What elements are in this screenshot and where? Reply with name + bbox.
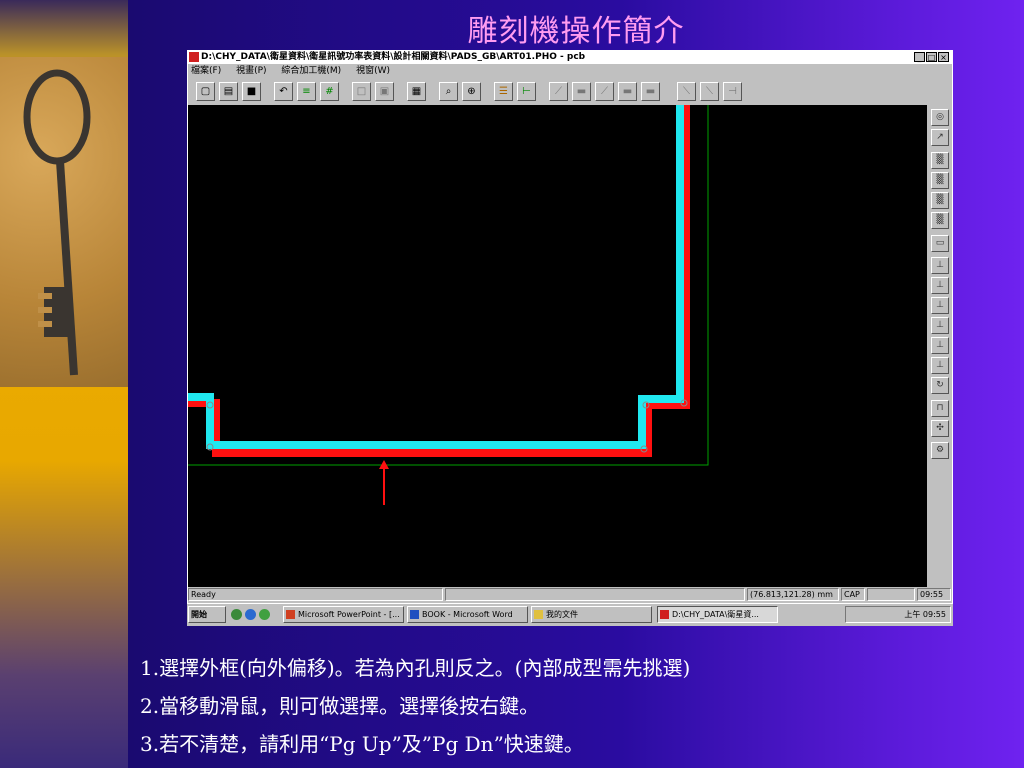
key-photo — [0, 57, 128, 387]
align-6-icon[interactable]: ⊥ — [931, 357, 949, 374]
align-4-icon[interactable]: ⊥ — [931, 317, 949, 334]
window-titlebar[interactable]: D:\CHY_DATA\衛星資料\衛星訊號功率表資料\設計相關資料\PADS_G… — [187, 50, 953, 64]
tool-4-icon[interactable]: ▬ — [618, 82, 637, 101]
minimize-button[interactable]: _ — [914, 52, 925, 62]
status-time: 09:55 — [917, 588, 951, 601]
tool-1-icon[interactable]: ⟋ — [549, 82, 568, 101]
pcb-app-window[interactable]: D:\CHY_DATA\衛星資料\衛星訊號功率表資料\設計相關資料\PADS_G… — [187, 50, 953, 626]
board-outline — [188, 105, 709, 466]
windows-taskbar: 開始 Microsoft PowerPoint - [... BOOK - Mi… — [187, 603, 953, 626]
window-title: D:\CHY_DATA\衛星資料\衛星訊號功率表資料\設計相關資料\PADS_G… — [201, 52, 586, 62]
instruction-2: 2.當移動滑鼠，則可做選擇。選擇後按右鍵。 — [140, 694, 540, 718]
status-bar: Ready (76.813,121.28) mm CAP 09:55 — [187, 587, 953, 602]
task-pcb[interactable]: D:\CHY_DATA\衛星資... — [657, 606, 778, 623]
system-tray: 上午 09:55 — [845, 606, 951, 623]
pcb-app-icon — [660, 610, 669, 619]
maximize-button[interactable]: □ — [926, 52, 937, 62]
drill-icon[interactable]: ⊓ — [931, 400, 949, 417]
task-label: BOOK - Microsoft Word — [422, 610, 513, 619]
undo-icon[interactable]: ↶ — [274, 82, 293, 101]
open-icon[interactable]: ▤ — [219, 82, 238, 101]
pattern-4-icon[interactable]: ▒ — [931, 212, 949, 229]
status-empty — [445, 588, 745, 601]
word-icon — [410, 610, 419, 619]
menu-machining[interactable]: 綜合加工機(M) — [281, 66, 341, 76]
antique-key-icon — [23, 69, 91, 376]
measure-icon[interactable]: ⊢ — [517, 82, 536, 101]
select-window-icon[interactable]: ▣ — [375, 82, 394, 101]
instruction-3: 3.若不清楚，請利用“Pg Up”及”Pg Dn”快速鍵。 — [140, 732, 584, 756]
menu-window[interactable]: 視窗(W) — [356, 66, 390, 76]
pcb-drawing[interactable] — [188, 105, 927, 587]
pattern-3-icon[interactable]: ▒ — [931, 192, 949, 209]
pattern-1-icon[interactable]: ▒ — [931, 152, 949, 169]
powerpoint-icon — [286, 610, 295, 619]
menu-file[interactable]: 檔案(F) — [191, 66, 221, 76]
trace-outer — [188, 105, 690, 457]
layer-icon[interactable]: ≡ — [297, 82, 316, 101]
instruction-1: 1.選擇外框(向外偏移)。若為內孔則反之。(內部成型需先挑選) — [140, 656, 691, 680]
toolbar: ▢ ▤ ■ ↶ ≡ # □ ▣ ▦ ⌕ ⊕ ☰ ⊢ ⟋ ▬ ⟋ ▬ ▬ ⟍ ⟍ … — [187, 80, 953, 104]
circle-tool-icon[interactable]: ◎ — [931, 109, 949, 126]
move-icon[interactable]: ✣ — [931, 420, 949, 437]
tool-8-icon[interactable]: ⊣ — [723, 82, 742, 101]
close-button[interactable]: × — [938, 52, 949, 62]
grid-icon[interactable]: # — [320, 82, 339, 101]
status-cap: CAP — [841, 588, 865, 601]
start-button[interactable]: 開始 — [188, 606, 226, 623]
menu-view[interactable]: 視畫(P) — [236, 66, 266, 76]
trace-inner — [188, 105, 684, 449]
settings-icon[interactable]: ⚙ — [931, 442, 949, 459]
new-icon[interactable]: ▢ — [196, 82, 215, 101]
pointer-arrow — [379, 460, 389, 505]
task-my-documents[interactable]: 我的文件 — [531, 606, 652, 623]
tool-6-icon[interactable]: ⟍ — [677, 82, 696, 101]
tray-clock[interactable]: 上午 09:55 — [904, 610, 946, 619]
tool-2-icon[interactable]: ▬ — [572, 82, 591, 101]
tool-5-icon[interactable]: ▬ — [641, 82, 660, 101]
slide-title: 雕刻機操作簡介 — [467, 14, 685, 49]
select-rect-icon[interactable]: □ — [352, 82, 371, 101]
menu-bar: 檔案(F) 視畫(P) 綜合加工機(M) 視窗(W) — [187, 64, 953, 78]
save-icon[interactable]: ■ — [242, 82, 261, 101]
quicklaunch-icon-1[interactable] — [231, 609, 242, 620]
tool-7-icon[interactable]: ⟍ — [700, 82, 719, 101]
align-3-icon[interactable]: ⊥ — [931, 297, 949, 314]
task-label: 我的文件 — [546, 610, 578, 619]
rotate-icon[interactable]: ↻ — [931, 377, 949, 394]
pcb-canvas[interactable] — [188, 105, 927, 587]
layer-color-icon[interactable]: ☰ — [494, 82, 513, 101]
quicklaunch-ie-icon[interactable] — [245, 609, 256, 620]
tool-3-icon[interactable]: ⟋ — [595, 82, 614, 101]
folder-icon — [534, 610, 543, 619]
task-word[interactable]: BOOK - Microsoft Word — [407, 606, 528, 623]
zoom-icon[interactable]: ⌕ — [439, 82, 458, 101]
align-1-icon[interactable]: ⊥ — [931, 257, 949, 274]
align-5-icon[interactable]: ⊥ — [931, 337, 949, 354]
status-ready: Ready — [188, 588, 443, 601]
pattern-2-icon[interactable]: ▒ — [931, 172, 949, 189]
align-2-icon[interactable]: ⊥ — [931, 277, 949, 294]
status-empty-2 — [867, 588, 915, 601]
app-icon — [189, 52, 199, 62]
status-coords: (76.813,121.28) mm — [747, 588, 839, 601]
arrow-tool-icon[interactable]: ↗ — [931, 129, 949, 146]
display-icon[interactable]: ▭ — [931, 235, 949, 252]
zoom-in-icon[interactable]: ⊕ — [462, 82, 481, 101]
calculator-icon[interactable]: ▦ — [407, 82, 426, 101]
task-powerpoint[interactable]: Microsoft PowerPoint - [... — [283, 606, 404, 623]
task-label: D:\CHY_DATA\衛星資... — [672, 610, 759, 619]
slide: 雕刻機操作簡介 D:\CHY_DATA\衛星資料\衛星訊號功率表資料\設計相關資… — [0, 0, 1024, 768]
task-label: Microsoft PowerPoint - [... — [298, 610, 400, 619]
right-toolbar: ◎ ↗ ▒ ▒ ▒ ▒ ▭ ⊥ ⊥ ⊥ ⊥ ⊥ ⊥ ↻ ⊓ ✣ ⚙ — [929, 107, 951, 507]
quicklaunch-desktop-icon[interactable] — [259, 609, 270, 620]
